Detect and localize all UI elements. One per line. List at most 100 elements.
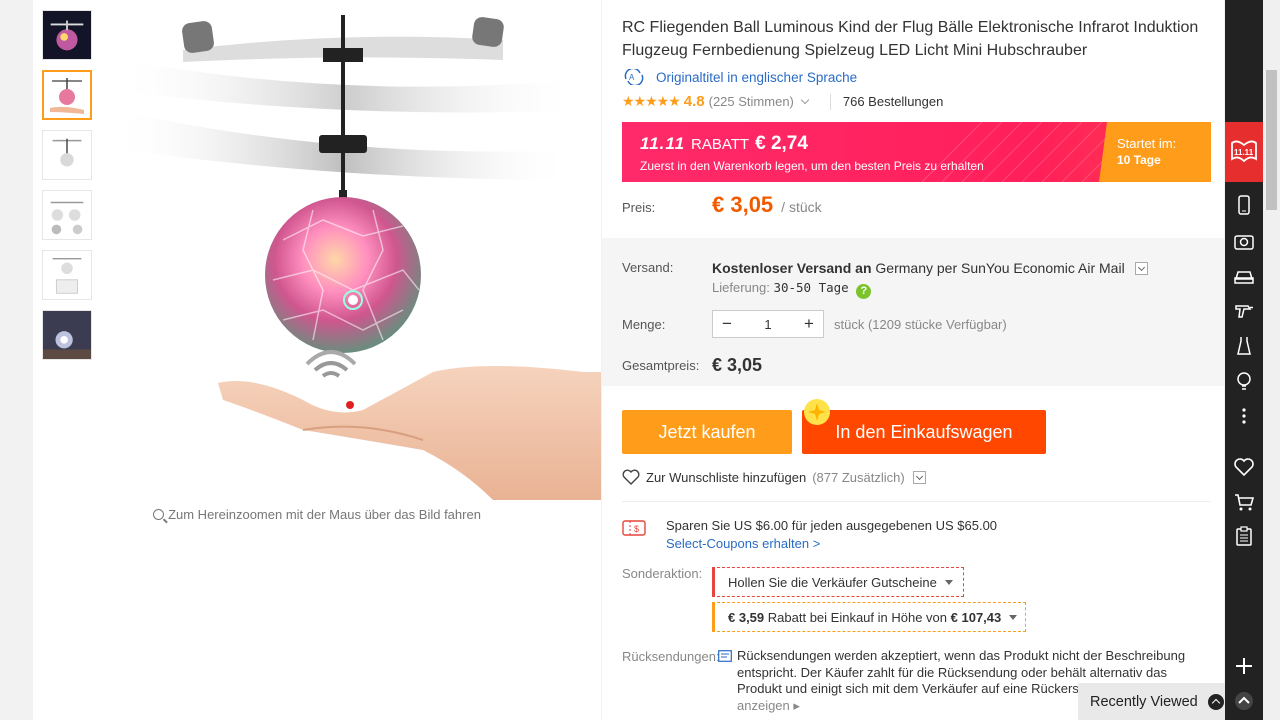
camera-icon[interactable] <box>1234 231 1254 251</box>
scroll-top-icon[interactable] <box>1234 691 1254 711</box>
translate-icon: A <box>624 69 644 85</box>
coupon-text: Sparen Sie US $6.00 für jeden ausgegeben… <box>666 518 998 533</box>
volume-discount-mid: Rabatt bei Einkauf in Höhe von <box>767 609 948 625</box>
product-main-image[interactable] <box>103 0 601 500</box>
chevron-down-icon[interactable] <box>800 95 810 105</box>
product-page: Zum Hereinzoomen mit der Maus über das B… <box>0 0 1280 720</box>
price-label: Preis: <box>622 200 656 215</box>
heart-icon[interactable] <box>1234 457 1254 477</box>
shipping-prefix: Kostenloser Versand an <box>712 260 872 276</box>
promo-start-label: Startet im: <box>1117 136 1177 151</box>
rating-row: ★★★★★ 4.8 (225 Stimmen) 766 Bestellungen <box>622 93 943 110</box>
quantity-input[interactable]: 1 <box>741 311 795 337</box>
rating-votes[interactable]: (225 Stimmen) <box>709 94 794 109</box>
total-row: Gesamtpreis: € 3,05 <box>622 355 762 376</box>
quantity-row: Menge: − 1 + stück (1209 stücke Verfügba… <box>622 310 1007 338</box>
promo-countdown: Startet im: 10 Tage <box>1099 122 1211 182</box>
quantity-decrease-button[interactable]: − <box>713 311 741 337</box>
total-label: Gesamtpreis: <box>622 358 700 373</box>
zoom-hint-text: Zum Hereinzoomen mit der Maus über das B… <box>168 507 481 522</box>
price-value: € 3,05 <box>712 192 774 217</box>
thumbnail-1[interactable] <box>42 10 92 60</box>
volume-discount-dropdown[interactable]: € 3,59 Rabatt bei Einkauf in Höhe von € … <box>712 602 1027 632</box>
thumbnail-4[interactable] <box>42 190 92 240</box>
sale-logo-icon: 11.11 <box>1231 140 1257 163</box>
thumbnail-5[interactable] <box>42 250 92 300</box>
caret-down-icon <box>944 579 953 585</box>
rating-score: 4.8 <box>683 93 705 110</box>
product-info-panel: RC Fliegenden Ball Luminous Kind der Flu… <box>602 0 1224 720</box>
phone-icon[interactable] <box>1234 195 1254 215</box>
chevron-down-icon[interactable] <box>1134 262 1148 275</box>
promo-headline: 11.11 RABATT € 2,74 <box>640 133 808 155</box>
recently-viewed-label: Recently Viewed <box>1090 693 1198 710</box>
right-toolbar: 11.11 <box>1225 0 1263 720</box>
quantity-label: Menge: <box>622 316 666 332</box>
delivery-days: 30-50 Tage <box>773 280 849 295</box>
delivery-info: Lieferung: 30-50 Tage ? <box>712 280 1148 299</box>
wishlist-row[interactable]: Zur Wunschliste hinzufügen (877 Zusätzli… <box>622 469 926 485</box>
more-icon[interactable] <box>1234 406 1254 426</box>
promo-badge: 11.11 <box>640 134 686 153</box>
divider <box>829 93 831 110</box>
stock-info: stück (1209 stücke Verfügbar) <box>834 316 1007 332</box>
caret-down-icon <box>1009 614 1018 620</box>
gallery-panel: Zum Hereinzoomen mit der Maus über das B… <box>33 0 601 720</box>
order-count: 766 Bestellungen <box>842 94 944 109</box>
svg-text:A: A <box>629 73 635 82</box>
promo-banner: 11.11 RABATT € 2,74 Zuerst in den Warenk… <box>622 122 1211 182</box>
page-scrollbar[interactable] <box>1263 0 1280 720</box>
quantity-increase-button[interactable]: + <box>795 311 823 337</box>
sale-badge-text: 11.11 <box>1234 148 1254 157</box>
sparkle-icon <box>804 399 830 425</box>
price-row: Preis: € 3,05 / stück <box>622 192 1211 218</box>
seller-coupons-dropdown[interactable]: Hollen Sie die Verkäufer Gutscheine <box>712 567 964 597</box>
drill-icon[interactable] <box>1234 301 1254 321</box>
thumbnail-list <box>42 10 92 370</box>
order-options: Versand: Kostenloser Versand an Germany … <box>602 238 1224 386</box>
cart-icon[interactable] <box>1234 492 1254 512</box>
volume-discount-threshold: € 107,43 <box>950 609 1002 625</box>
total-value: € 3,05 <box>712 355 763 375</box>
rating-stars: ★★★★★ <box>622 93 681 109</box>
sale-badge[interactable]: 11.11 <box>1225 122 1263 182</box>
original-title-text: Originaltitel in englischer Sprache <box>656 69 858 85</box>
chevron-down-icon[interactable] <box>912 470 926 484</box>
special-label: Sonderaktion: <box>622 566 703 581</box>
dress-icon[interactable] <box>1234 336 1254 356</box>
promo-subline: Zuerst in den Warenkorb legen, um den be… <box>640 159 984 173</box>
coupon-row: $ Sparen Sie US $6.00 für jeden ausgegeb… <box>622 518 997 551</box>
coupon-link[interactable]: Select-Coupons erhalten > <box>666 536 997 551</box>
seller-coupons-label: Hollen Sie die Verkäufer Gutscheine <box>728 574 937 590</box>
add-to-cart-button[interactable]: In den Einkaufswagen <box>802 410 1046 454</box>
original-title-link[interactable]: A Originaltitel in englischer Sprache <box>622 69 857 85</box>
volume-discount-amount: € 3,59 <box>728 609 765 625</box>
thumbnail-6[interactable] <box>42 310 92 360</box>
thumbnail-2[interactable] <box>42 70 92 120</box>
clipboard-icon[interactable] <box>1234 526 1254 546</box>
help-icon[interactable]: ? <box>856 284 872 299</box>
shipping-country: Germany <box>875 260 933 276</box>
svg-text:$: $ <box>634 524 639 534</box>
returns-label: Rücksendungen: <box>622 649 720 664</box>
car-icon[interactable] <box>1234 266 1254 286</box>
shipping-via: per SunYou Economic Air Mail <box>936 260 1125 276</box>
price-unit: / stück <box>781 199 822 215</box>
zoom-hint: Zum Hereinzoomen mit der Maus über das B… <box>33 507 601 522</box>
promo-start-days: 10 Tage <box>1117 153 1161 167</box>
buy-now-button[interactable]: Jetzt kaufen <box>622 410 792 454</box>
delivery-label: Lieferung: <box>712 280 770 295</box>
plus-icon[interactable] <box>1234 656 1254 676</box>
magnifier-icon <box>153 509 165 520</box>
scrollbar-thumb[interactable] <box>1266 70 1277 210</box>
promo-discount-amount: € 2,74 <box>755 133 808 154</box>
shipping-method[interactable]: Kostenloser Versand an Germany per SunYo… <box>712 260 1148 276</box>
quantity-stepper: − 1 + <box>712 310 824 338</box>
product-title: RC Fliegenden Ball Luminous Kind der Flu… <box>622 19 1199 59</box>
wishlist-count: (877 Zusätzlich) <box>812 469 905 485</box>
thumbnail-3[interactable] <box>42 130 92 180</box>
lightbulb-icon[interactable] <box>1234 371 1254 391</box>
promo-discount-label: RABATT <box>691 136 750 153</box>
recently-viewed-button[interactable]: Recently Viewed <box>1078 683 1225 720</box>
heart-icon <box>622 469 640 485</box>
